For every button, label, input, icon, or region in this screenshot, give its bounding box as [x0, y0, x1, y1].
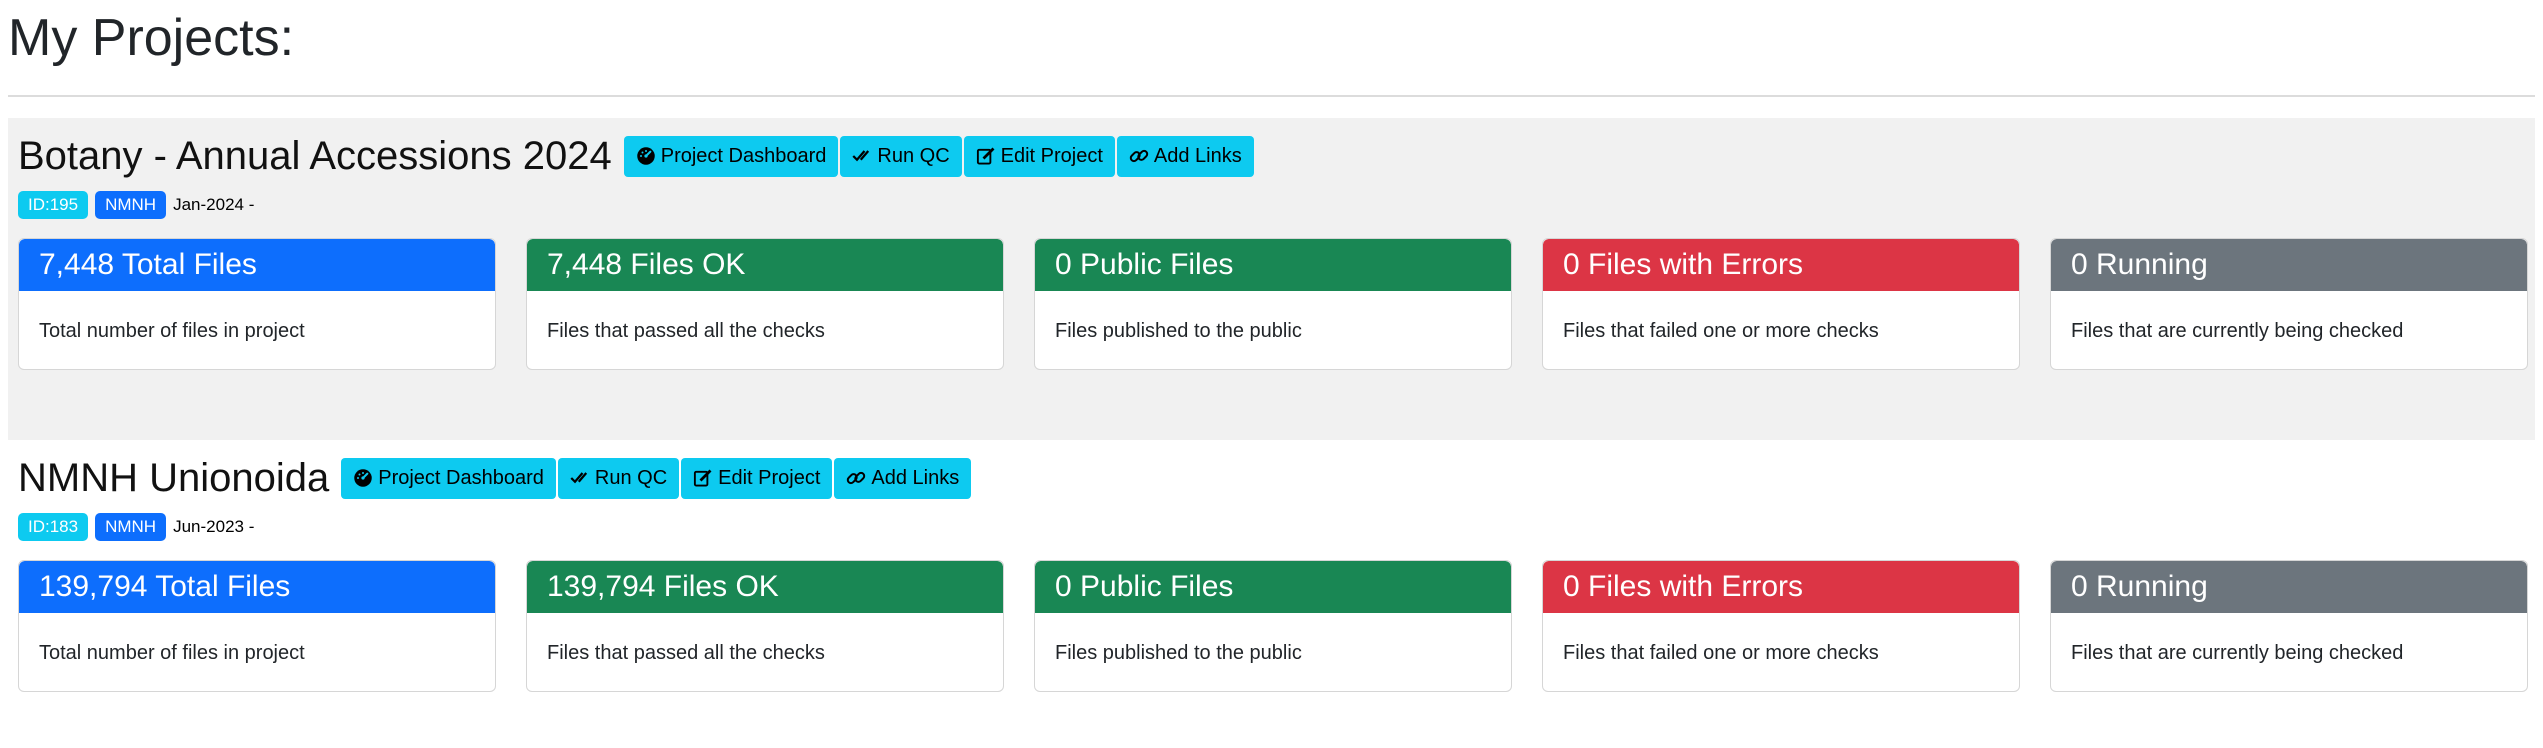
- stats-row: 7,448 Total Files Total number of files …: [18, 238, 2528, 370]
- project-meta: ID:195 NMNH Jan-2024 -: [18, 190, 254, 220]
- project-card: Botany - Annual Accessions 2024 Project …: [8, 118, 2535, 440]
- total-files-count: 7,448 Total Files: [19, 239, 495, 291]
- project-meta: ID:183 NMNH Jun-2023 -: [18, 512, 254, 542]
- running-files-count: 0 Running: [2051, 561, 2527, 613]
- edit-icon: [694, 469, 712, 487]
- project-title: Botany - Annual Accessions 2024: [18, 134, 612, 178]
- project-dashboard-label: Project Dashboard: [378, 466, 544, 489]
- error-files-card: 0 Files with Errors Files that failed on…: [1542, 560, 2020, 692]
- run-qc-label: Run QC: [594, 466, 668, 489]
- add-links-button[interactable]: Add Links: [1116, 135, 1254, 177]
- edit-icon: [976, 147, 995, 165]
- total-files-card: 139,794 Total Files Total number of file…: [18, 560, 496, 692]
- public-files-description: Files published to the public: [1055, 320, 1302, 342]
- files-ok-card: 7,448 Files OK Files that passed all the…: [526, 238, 1004, 370]
- files-ok-description: Files that passed all the checks: [547, 320, 825, 342]
- dashboard-icon: [636, 147, 655, 165]
- running-files-card: 0 Running Files that are currently being…: [2050, 238, 2528, 370]
- project-title: NMNH Unionoida: [18, 456, 330, 500]
- check-all-icon: [570, 472, 587, 484]
- public-files-count: 0 Public Files: [1035, 561, 1511, 613]
- project-header: Botany - Annual Accessions 2024 Project …: [18, 132, 1256, 180]
- error-files-description: Files that failed one or more checks: [1563, 320, 1879, 342]
- project-card: NMNH Unionoida Project Dashboard Run QC …: [8, 440, 2535, 710]
- files-ok-card: 139,794 Files OK Files that passed all t…: [526, 560, 1004, 692]
- project-id-badge: ID:183: [18, 513, 89, 541]
- files-ok-description: Files that passed all the checks: [547, 642, 825, 664]
- dashboard-icon: [354, 469, 372, 487]
- project-org-badge: NMNH: [95, 513, 167, 541]
- files-ok-count: 7,448 Files OK: [527, 239, 1003, 291]
- project-header: NMNH Unionoida Project Dashboard Run QC …: [18, 454, 973, 502]
- edit-project-button[interactable]: Edit Project: [681, 457, 833, 499]
- running-files-card: 0 Running Files that are currently being…: [2050, 560, 2528, 692]
- add-links-label: Add Links: [1153, 144, 1242, 167]
- public-files-card: 0 Public Files Files published to the pu…: [1034, 560, 1512, 692]
- project-actions: Project Dashboard Run QC Edit Project Ad…: [623, 135, 1256, 177]
- project-actions: Project Dashboard Run QC Edit Project Ad…: [341, 457, 973, 499]
- total-files-description: Total number of files in project: [39, 320, 305, 342]
- link-icon: [1129, 149, 1149, 163]
- edit-project-label: Edit Project: [718, 466, 821, 489]
- files-ok-count: 139,794 Files OK: [527, 561, 1003, 613]
- project-org-badge: NMNH: [95, 191, 167, 219]
- page-title: My Projects:: [8, 9, 295, 67]
- run-qc-button[interactable]: Run QC: [557, 457, 680, 499]
- project-dashboard-button[interactable]: Project Dashboard: [341, 457, 556, 499]
- running-files-description: Files that are currently being checked: [2071, 642, 2404, 664]
- project-id-badge: ID:195: [18, 191, 89, 219]
- stats-row: 139,794 Total Files Total number of file…: [18, 560, 2528, 692]
- project-date: Jun-2023 -: [173, 517, 255, 536]
- edit-project-button[interactable]: Edit Project: [963, 135, 1115, 177]
- error-files-count: 0 Files with Errors: [1543, 561, 2019, 613]
- public-files-description: Files published to the public: [1055, 642, 1302, 664]
- public-files-count: 0 Public Files: [1035, 239, 1511, 291]
- project-dashboard-label: Project Dashboard: [660, 144, 827, 167]
- project-dashboard-button[interactable]: Project Dashboard: [623, 135, 839, 177]
- add-links-button[interactable]: Add Links: [834, 457, 972, 499]
- run-qc-label: Run QC: [877, 144, 950, 167]
- error-files-count: 0 Files with Errors: [1543, 239, 2019, 291]
- divider: [8, 95, 2535, 97]
- error-files-card: 0 Files with Errors Files that failed on…: [1542, 238, 2020, 370]
- total-files-description: Total number of files in project: [39, 642, 305, 664]
- run-qc-button[interactable]: Run QC: [840, 135, 962, 177]
- error-files-description: Files that failed one or more checks: [1563, 642, 1879, 664]
- public-files-card: 0 Public Files Files published to the pu…: [1034, 238, 1512, 370]
- link-icon: [847, 471, 866, 485]
- edit-project-label: Edit Project: [1000, 144, 1103, 167]
- total-files-count: 139,794 Total Files: [19, 561, 495, 613]
- running-files-count: 0 Running: [2051, 239, 2527, 291]
- total-files-card: 7,448 Total Files Total number of files …: [18, 238, 496, 370]
- add-links-label: Add Links: [871, 466, 960, 489]
- project-date: Jan-2024 -: [173, 195, 255, 214]
- running-files-description: Files that are currently being checked: [2071, 320, 2404, 342]
- check-all-icon: [852, 150, 870, 162]
